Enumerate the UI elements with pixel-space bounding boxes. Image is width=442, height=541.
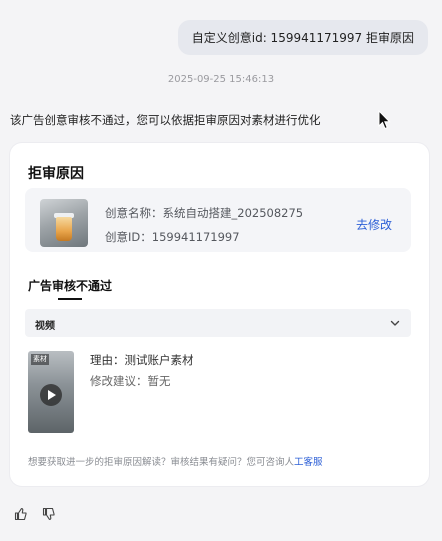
chevron-down-icon (390, 320, 400, 326)
play-icon[interactable] (40, 384, 62, 406)
material-type-label: 视频 (35, 321, 55, 332)
support-note: 想要获取进一步的拒审原因解读？审核结果有疑问？您可咨询人工客服 (28, 454, 323, 468)
mouse-cursor-icon (378, 110, 391, 130)
customer-service-link[interactable]: 工客服 (294, 457, 323, 468)
rejection-reason: 理由：测试账户素材 (90, 353, 194, 367)
video-thumbnail[interactable]: 素材 (28, 351, 74, 433)
section-title: 广告审核不通过 (28, 279, 113, 293)
material-type-dropdown[interactable]: 视频 (25, 309, 411, 337)
thumbnail-tag: 素材 (31, 354, 49, 365)
assistant-reply-text: 该广告创意审核不通过，您可以依据拒审原因对素材进行优化 (10, 113, 321, 127)
edit-button[interactable]: 去修改 (356, 216, 392, 233)
rejection-card: 拒审原因 创意名称：系统自动搭建_202508275 创意ID：15994117… (10, 143, 429, 486)
section-underline (58, 298, 82, 300)
thumbs-down-icon[interactable] (42, 506, 56, 520)
edit-suggestion: 修改建议：暂无 (90, 374, 171, 388)
user-message-bubble: 自定义创意id: 159941171997 拒审原因 (177, 20, 428, 55)
support-note-text: 想要获取进一步的拒审原因解读？审核结果有疑问？您可咨询人 (28, 457, 295, 468)
creative-name: 创意名称：系统自动搭建_202508275 (105, 206, 304, 220)
creative-id: 创意ID：159941171997 (105, 230, 240, 244)
message-timestamp: 2025-09-25 15:46:13 (167, 74, 275, 85)
creative-info-box: 创意名称：系统自动搭建_202508275 创意ID：159941171997 … (25, 188, 411, 252)
chat-page: 自定义创意id: 159941171997 拒审原因 2025-09-25 15… (0, 0, 442, 541)
card-title: 拒审原因 (28, 166, 84, 182)
feedback-bar (14, 506, 56, 521)
thumbs-up-icon[interactable] (14, 506, 28, 521)
creative-thumbnail (40, 199, 88, 247)
